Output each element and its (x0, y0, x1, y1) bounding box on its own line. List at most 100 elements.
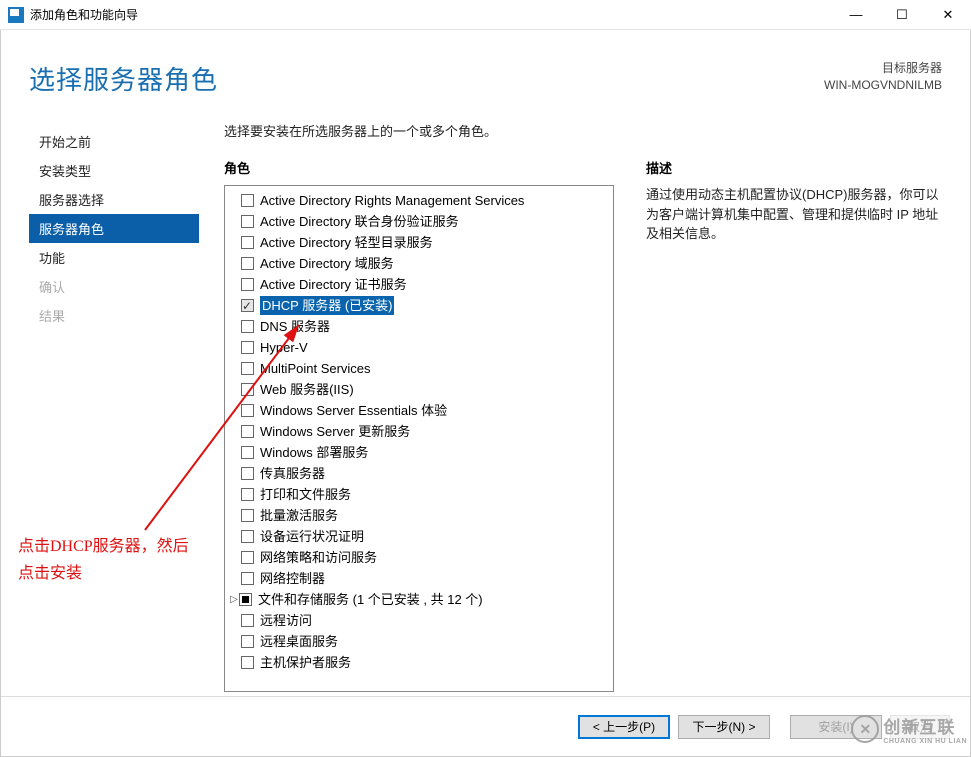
role-checkbox[interactable] (241, 257, 254, 270)
minimize-button[interactable]: — (833, 0, 879, 29)
description-text: 通过使用动态主机配置协议(DHCP)服务器，你可以为客户端计算机集中配置、管理和… (646, 185, 950, 244)
instruction-text: 选择要安装在所选服务器上的一个或多个角色。 (224, 117, 950, 158)
target-server-value: WIN-MOGVNDNILMB (824, 77, 942, 94)
role-row[interactable]: DNS 服务器 (227, 316, 611, 337)
watermark-text: 创新互联 CHUANG XIN HU LIAN (883, 713, 967, 745)
columns: 角色 Active Directory Rights Management Se… (224, 158, 950, 692)
role-row[interactable]: 批量激活服务 (227, 505, 611, 526)
page-title: 选择服务器角色 (29, 60, 218, 97)
role-checkbox[interactable] (241, 467, 254, 480)
maximize-button[interactable]: ☐ (879, 0, 925, 29)
nav-features[interactable]: 功能 (29, 243, 199, 272)
role-row[interactable]: 网络策略和访问服务 (227, 547, 611, 568)
role-row[interactable]: Web 服务器(IIS) (227, 379, 611, 400)
role-row[interactable]: 远程访问 (227, 610, 611, 631)
header-area: 选择服务器角色 目标服务器 WIN-MOGVNDNILMB (1, 30, 970, 107)
role-label: Web 服务器(IIS) (260, 380, 354, 399)
role-row[interactable]: Active Directory 轻型目录服务 (227, 232, 611, 253)
main-area: 开始之前 安装类型 服务器选择 服务器角色 功能 确认 结果 选择要安装在所选服… (1, 107, 970, 692)
role-checkbox[interactable] (241, 572, 254, 585)
target-server-block: 目标服务器 WIN-MOGVNDNILMB (824, 60, 942, 94)
role-checkbox[interactable] (239, 593, 252, 606)
annotation-text: 点击DHCP服务器，然后 点击安装 (18, 533, 189, 587)
role-checkbox[interactable] (241, 551, 254, 564)
role-checkbox[interactable] (241, 635, 254, 648)
role-checkbox[interactable] (241, 446, 254, 459)
role-checkbox[interactable] (241, 320, 254, 333)
role-checkbox[interactable] (241, 425, 254, 438)
role-row[interactable]: ▷ 文件和存储服务 (1 个已安装 , 共 12 个) (227, 589, 611, 610)
role-row[interactable]: 主机保护者服务 (227, 652, 611, 673)
role-row[interactable]: Active Directory Rights Management Servi… (227, 190, 611, 211)
role-checkbox[interactable] (241, 509, 254, 522)
role-label: Windows Server Essentials 体验 (260, 401, 447, 420)
role-checkbox[interactable] (241, 299, 254, 312)
role-label: Active Directory 域服务 (260, 254, 394, 273)
role-row[interactable]: Active Directory 域服务 (227, 253, 611, 274)
role-row[interactable]: Windows Server 更新服务 (227, 421, 611, 442)
nav-confirmation: 确认 (29, 272, 199, 301)
description-column: 描述 通过使用动态主机配置协议(DHCP)服务器，你可以为客户端计算机集中配置、… (646, 158, 950, 692)
role-label: Active Directory 轻型目录服务 (260, 233, 433, 252)
role-label: 文件和存储服务 (1 个已安装 , 共 12 个) (258, 590, 483, 609)
roles-column: 角色 Active Directory Rights Management Se… (224, 158, 614, 692)
role-label: 主机保护者服务 (260, 653, 351, 672)
roles-listbox[interactable]: Active Directory Rights Management Servi… (224, 185, 614, 692)
nav-before-you-begin[interactable]: 开始之前 (29, 127, 199, 156)
annotation-line1: 点击DHCP服务器，然后 (18, 533, 189, 560)
role-label: Active Directory 联合身份验证服务 (260, 212, 459, 231)
role-checkbox[interactable] (241, 194, 254, 207)
role-row[interactable]: MultiPoint Services (227, 358, 611, 379)
nav-server-roles[interactable]: 服务器角色 (29, 214, 199, 243)
app-icon (8, 7, 24, 23)
role-row[interactable]: 网络控制器 (227, 568, 611, 589)
role-label: DNS 服务器 (260, 317, 330, 336)
role-row[interactable]: 远程桌面服务 (227, 631, 611, 652)
role-row[interactable]: Hyper-V (227, 337, 611, 358)
role-label: 打印和文件服务 (260, 485, 351, 504)
titlebar: 添加角色和功能向导 — ☐ ✕ (0, 0, 971, 30)
role-row[interactable]: Active Directory 证书服务 (227, 274, 611, 295)
role-checkbox[interactable] (241, 656, 254, 669)
nav-results: 结果 (29, 301, 199, 330)
role-row[interactable]: Windows Server Essentials 体验 (227, 400, 611, 421)
role-checkbox[interactable] (241, 530, 254, 543)
role-checkbox[interactable] (241, 488, 254, 501)
role-checkbox[interactable] (241, 236, 254, 249)
watermark-icon: ✕ (851, 715, 879, 743)
close-button[interactable]: ✕ (925, 0, 971, 29)
description-label: 描述 (646, 158, 950, 185)
role-label: Hyper-V (260, 338, 308, 357)
nav-server-selection[interactable]: 服务器选择 (29, 185, 199, 214)
role-label: 远程访问 (260, 611, 312, 630)
next-button[interactable]: 下一步(N) > (678, 715, 770, 739)
watermark: ✕ 创新互联 CHUANG XIN HU LIAN (851, 713, 967, 745)
target-server-label: 目标服务器 (824, 60, 942, 77)
previous-button[interactable]: < 上一步(P) (578, 715, 670, 739)
role-label: 设备运行状况证明 (260, 527, 364, 546)
role-label: MultiPoint Services (260, 359, 371, 378)
role-checkbox[interactable] (241, 362, 254, 375)
window-controls: — ☐ ✕ (833, 0, 971, 29)
role-row[interactable]: 传真服务器 (227, 463, 611, 484)
expander-icon[interactable]: ▷ (229, 590, 239, 609)
role-checkbox[interactable] (241, 278, 254, 291)
role-row[interactable]: DHCP 服务器 (已安装) (227, 295, 611, 316)
role-checkbox[interactable] (241, 383, 254, 396)
role-row[interactable]: Windows 部署服务 (227, 442, 611, 463)
role-checkbox[interactable] (241, 404, 254, 417)
role-checkbox[interactable] (241, 215, 254, 228)
role-label: Windows Server 更新服务 (260, 422, 410, 441)
window-title: 添加角色和功能向导 (30, 6, 138, 23)
role-row[interactable]: 设备运行状况证明 (227, 526, 611, 547)
role-row[interactable]: 打印和文件服务 (227, 484, 611, 505)
content-area: 选择要安装在所选服务器上的一个或多个角色。 角色 Active Director… (199, 117, 950, 692)
wizard-body: 选择服务器角色 目标服务器 WIN-MOGVNDNILMB 开始之前 安装类型 … (0, 30, 971, 757)
role-row[interactable]: Active Directory 联合身份验证服务 (227, 211, 611, 232)
role-label: Active Directory 证书服务 (260, 275, 407, 294)
roles-label: 角色 (224, 158, 614, 185)
role-checkbox[interactable] (241, 614, 254, 627)
role-checkbox[interactable] (241, 341, 254, 354)
role-label: 远程桌面服务 (260, 632, 338, 651)
nav-installation-type[interactable]: 安装类型 (29, 156, 199, 185)
